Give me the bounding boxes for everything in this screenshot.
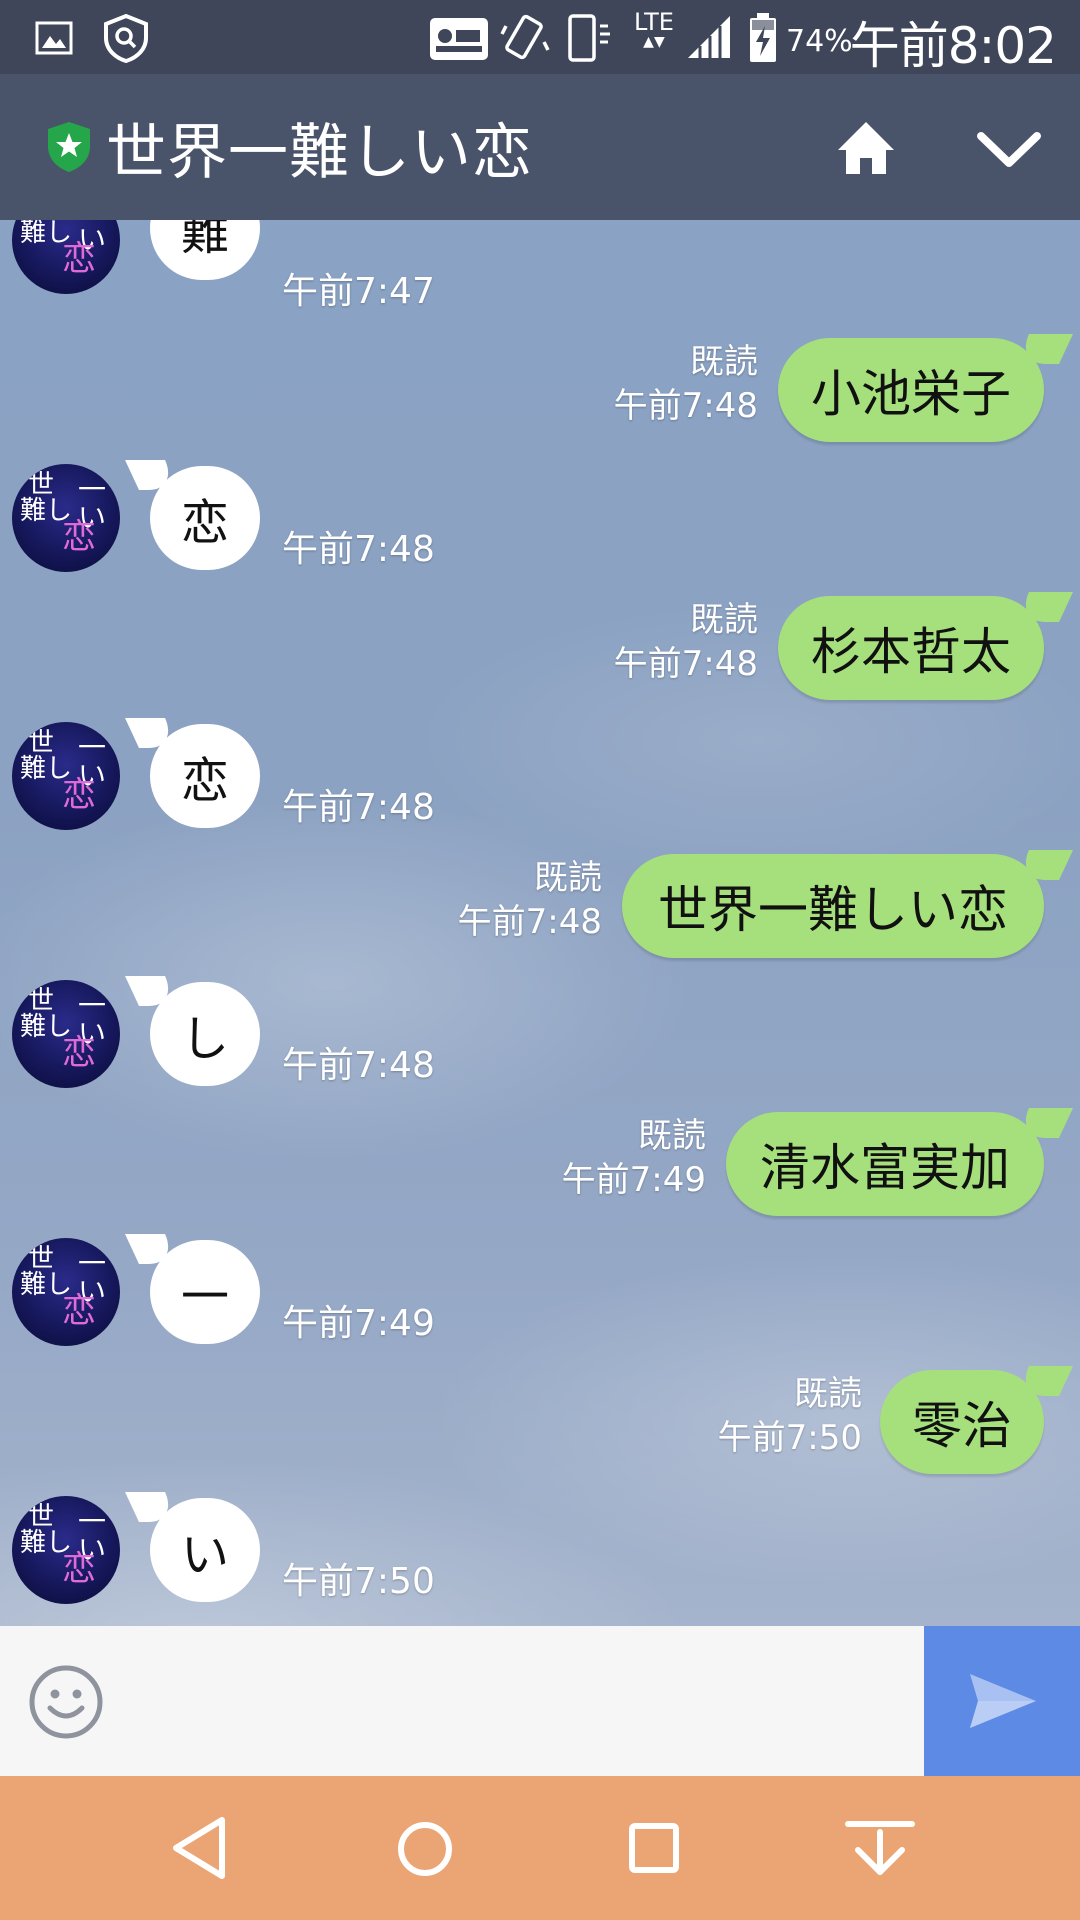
avatar[interactable]: 世 一い 難し 恋	[12, 980, 120, 1088]
received-message-bubble[interactable]: し	[150, 982, 260, 1086]
avatar[interactable]: 世 一い 難し 恋	[12, 464, 120, 572]
message-time: 午前7:50	[282, 1561, 435, 1602]
chat-header: 世界一難しい恋	[0, 74, 1080, 220]
emoji-icon[interactable]	[28, 1664, 104, 1740]
shield-search-icon	[104, 13, 148, 64]
received-message-bubble[interactable]: 恋	[150, 724, 260, 828]
notification-pull-icon[interactable]	[844, 1818, 916, 1878]
avatar[interactable]: 世 一い 難し 恋	[12, 722, 120, 830]
sent-message-bubble[interactable]: 杉本哲太	[778, 596, 1044, 700]
message-text: 難	[180, 220, 229, 261]
message-meta: 既読 午前7:48	[458, 856, 602, 944]
avatar[interactable]: 世 一い 難し 恋	[12, 220, 120, 294]
message-text: 零治	[912, 1397, 1012, 1455]
status-bar: LTE ▲▼ 74% 午前8:02	[0, 0, 1080, 75]
send-button[interactable]	[924, 1626, 1080, 1776]
message-time: 午前7:50	[717, 1418, 862, 1458]
chat-message-list[interactable]: 世 一い 難し 恋 難 午前7:47 既読 午前7:48 小池栄子 世 一い 難…	[0, 220, 1080, 1626]
message-input[interactable]	[124, 1646, 904, 1756]
system-nav-bar	[0, 1776, 1080, 1920]
avatar[interactable]: 世 一い 難し 恋	[12, 1496, 120, 1604]
read-receipt: 既読	[534, 858, 602, 898]
battery-percent: 74%	[786, 24, 853, 59]
received-message-bubble[interactable]: 恋	[150, 466, 260, 570]
home-circle-icon[interactable]	[396, 1820, 454, 1878]
read-receipt: 既読	[794, 1374, 862, 1414]
chevron-down-icon[interactable]	[976, 130, 1042, 170]
battery-charging-icon	[750, 13, 776, 62]
message-time: 午前7:48	[282, 787, 435, 828]
message-text: 清水富実加	[760, 1139, 1010, 1197]
voicemail-icon	[430, 18, 488, 60]
avatar-text: 世	[28, 1244, 55, 1274]
message-meta: 既読 午前7:49	[562, 1114, 706, 1202]
avatar-text: 恋	[62, 517, 96, 557]
avatar-text: 恋	[62, 1549, 96, 1589]
message-text: 小池栄子	[811, 365, 1011, 423]
avatar-text: 恋	[62, 775, 96, 815]
message-time: 午前7:47	[282, 271, 435, 312]
message-time: 午前7:49	[561, 1160, 706, 1200]
message-input-bar[interactable]	[0, 1626, 1080, 1776]
phone-signal-icon	[568, 14, 610, 62]
received-message-bubble[interactable]: 一	[150, 1240, 260, 1344]
sent-message-bubble[interactable]: 清水富実加	[726, 1112, 1044, 1216]
avatar-text: 世	[28, 986, 55, 1016]
message-meta: 既読 午前7:48	[614, 598, 758, 686]
cell-signal-icon	[688, 16, 730, 58]
message-time: 午前7:48	[282, 1045, 435, 1086]
message-meta: 既読 午前7:48	[614, 340, 758, 428]
back-icon[interactable]	[170, 1816, 230, 1880]
message-time: 午前7:48	[613, 644, 758, 684]
shield-star-icon	[48, 122, 90, 172]
gallery-icon	[35, 21, 73, 55]
message-text: 一	[180, 1269, 229, 1325]
avatar-text: 恋	[62, 239, 96, 279]
avatar-text: 恋	[62, 1033, 96, 1073]
message-text: 世界一難しい恋	[658, 881, 1008, 939]
avatar-text: 世	[28, 1502, 55, 1532]
message-time: 午前7:48	[613, 386, 758, 426]
message-text: 恋	[180, 495, 229, 551]
chat-title: 世界一難しい恋	[106, 118, 533, 188]
read-receipt: 既読	[690, 600, 758, 640]
message-time: 午前7:48	[282, 529, 435, 570]
message-time: 午前7:49	[282, 1303, 435, 1344]
lte-icon: LTE ▲▼	[634, 8, 674, 50]
avatar-text: 恋	[62, 1291, 96, 1331]
message-text: 恋	[180, 753, 229, 809]
read-receipt: 既読	[638, 1116, 706, 1156]
message-meta: 既読 午前7:50	[718, 1372, 862, 1460]
sent-message-bubble[interactable]: 小池栄子	[778, 338, 1044, 442]
message-text: し	[180, 1011, 229, 1067]
avatar-text: 世	[28, 728, 55, 758]
avatar-text: 世	[28, 470, 55, 500]
avatar[interactable]: 世 一い 難し 恋	[12, 1238, 120, 1346]
vibrate-icon	[500, 14, 550, 60]
status-clock: 午前8:02	[849, 17, 1057, 75]
message-text: 杉本哲太	[811, 623, 1011, 681]
send-icon	[970, 1674, 1036, 1728]
received-message-bubble[interactable]: い	[150, 1498, 260, 1602]
message-text: い	[180, 1527, 229, 1583]
sent-message-bubble[interactable]: 世界一難しい恋	[622, 854, 1044, 958]
recents-icon[interactable]	[628, 1822, 680, 1874]
read-receipt: 既読	[690, 342, 758, 382]
received-message-bubble[interactable]: 難	[150, 220, 260, 280]
sent-message-bubble[interactable]: 零治	[880, 1370, 1044, 1474]
home-icon[interactable]	[836, 118, 896, 178]
message-time: 午前7:48	[457, 902, 602, 942]
